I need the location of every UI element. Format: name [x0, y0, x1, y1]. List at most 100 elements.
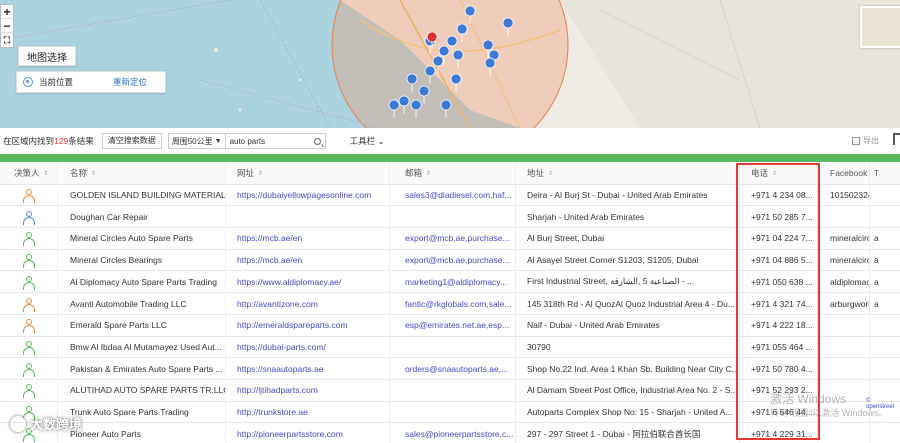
- search-icon[interactable]: [313, 137, 321, 145]
- name-cell: GOLDEN ISLAND BUILDING MATERIAL...: [58, 184, 226, 206]
- decision-maker-cell[interactable]: [0, 293, 58, 314]
- export-label: 导出: [863, 136, 879, 145]
- url-cell[interactable]: https://snaautoparts.ae: [226, 358, 390, 379]
- map-select-label: 地图选择: [18, 46, 76, 66]
- column-header[interactable]: 决策人 ⇕: [0, 163, 58, 184]
- table-row[interactable]: Pakistan & Emirates Auto Spare Parts ...…: [0, 358, 900, 380]
- table-row[interactable]: Trunk Auto Spare Parts Trading http://tru…: [0, 401, 900, 424]
- url-cell[interactable]: https://dubai-parts.com/: [226, 336, 390, 358]
- decision-maker-cell[interactable]: [0, 184, 58, 206]
- email-cell[interactable]: [390, 206, 516, 228]
- column-header[interactable]: Facebook⇕: [818, 163, 870, 184]
- address-cell: 145 318th Rd - Al QuozAl Quoz Industrial…: [516, 293, 740, 314]
- export-button[interactable]: 导出: [852, 135, 879, 146]
- sort-icon[interactable]: ⇕: [44, 170, 49, 177]
- table-row[interactable]: Doughan Car Repair Sharjah - United Arab …: [0, 206, 900, 229]
- email-cell[interactable]: orders@snaautoparts.ae,...: [390, 358, 516, 379]
- contacts-icon[interactable]: [20, 297, 38, 312]
- result-prefix: 在区域内找到: [3, 136, 55, 146]
- radius-select[interactable]: 周围50公里 ▼: [167, 133, 226, 149]
- url-cell[interactable]: http://trunkstore.ae: [226, 401, 390, 423]
- tools-menu[interactable]: 工具栏 ⌄: [350, 135, 385, 147]
- decision-maker-cell[interactable]: [0, 358, 58, 379]
- column-header[interactable]: 名称 ⇕: [58, 163, 226, 184]
- facebook-cell: [818, 423, 870, 443]
- table-row[interactable]: Emerald Spare Parts LLC http://emeraldspa…: [0, 314, 900, 337]
- url-cell[interactable]: http://avantizone.com: [226, 293, 390, 314]
- fullscreen-icon[interactable]: ⛶: [1, 33, 13, 47]
- contacts-icon[interactable]: [20, 232, 38, 247]
- decision-maker-cell[interactable]: [0, 380, 58, 401]
- email-cell[interactable]: [390, 380, 516, 401]
- x-cell: [870, 185, 900, 206]
- sort-icon[interactable]: ⇕: [426, 170, 431, 177]
- column-header[interactable]: 地址 ⇕: [516, 163, 740, 184]
- search-input[interactable]: auto parts: [225, 133, 326, 149]
- contacts-icon[interactable]: [20, 340, 38, 355]
- sort-icon[interactable]: ⇕: [548, 170, 553, 177]
- decision-maker-cell[interactable]: [0, 206, 58, 228]
- url-cell[interactable]: https://mcb.ae/en: [226, 249, 390, 271]
- contacts-icon[interactable]: [20, 210, 38, 225]
- contacts-icon[interactable]: [20, 384, 38, 399]
- table-row[interactable]: ALUTIHAD AUTO SPARE PARTS TR.LLC http://l…: [0, 380, 900, 402]
- zoom-in-button[interactable]: +: [1, 5, 13, 19]
- sort-icon[interactable]: ⇕: [772, 170, 777, 177]
- email-cell[interactable]: sales3@diadiesel.com,haf...: [390, 184, 516, 206]
- decision-maker-cell[interactable]: [0, 228, 58, 249]
- minimap[interactable]: [860, 6, 900, 48]
- name-cell: Emerald Spare Parts LLC: [58, 314, 226, 336]
- name-cell: Doughan Car Repair: [58, 206, 226, 228]
- email-cell[interactable]: marketing1@aldiplomacy...: [390, 271, 516, 293]
- table-row[interactable]: Bmw Al Ibdaa Al Mutamayez Used Aut... htt…: [0, 336, 900, 359]
- email-cell[interactable]: fantic@rkglobals.com,sale...: [390, 293, 516, 314]
- column-header[interactable]: 电话 ⇕: [740, 163, 818, 184]
- relocate-link[interactable]: 重新定位: [113, 76, 147, 88]
- expand-icon[interactable]: [893, 133, 900, 145]
- sort-icon[interactable]: ⇕: [258, 170, 263, 177]
- email-cell[interactable]: [390, 401, 516, 423]
- address-cell: First Industrial Street, الصناعية 5 ,الش…: [516, 271, 740, 293]
- table-row[interactable]: Mineral Circles Bearings https://mcb.ae/e…: [0, 249, 900, 272]
- url-cell[interactable]: [226, 206, 390, 228]
- decision-maker-cell[interactable]: [0, 271, 58, 293]
- contacts-icon[interactable]: [20, 189, 38, 204]
- url-cell[interactable]: http://pioneerpartsstore.com: [226, 423, 390, 443]
- contacts-icon[interactable]: [20, 254, 38, 269]
- email-cell[interactable]: export@mcb.ae,purchase...: [390, 249, 516, 271]
- contacts-icon[interactable]: [20, 319, 38, 334]
- zoom-out-button[interactable]: −: [1, 19, 13, 33]
- email-cell[interactable]: sales@pioneerpartsstore.c...: [390, 423, 516, 443]
- name-cell: Pioneer Auto Parts: [58, 423, 226, 443]
- url-cell[interactable]: https://dubaiyellowpagesonline.com: [226, 184, 390, 206]
- sort-icon[interactable]: ⇕: [91, 170, 96, 177]
- table-row[interactable]: Al Diplomacy Auto Spare Parts Trading htt…: [0, 271, 900, 294]
- address-cell: Autoparts Complex Shop No: 15 - Sharjah …: [516, 401, 740, 423]
- table-row[interactable]: GOLDEN ISLAND BUILDING MATERIAL... https:…: [0, 184, 900, 207]
- x-cell: [870, 337, 900, 358]
- contacts-icon[interactable]: [20, 275, 38, 290]
- osm-attribution[interactable]: © openstreet: [866, 398, 900, 410]
- x-cell: a: [874, 255, 879, 266]
- email-cell[interactable]: export@mcb.ae,purchase...: [390, 228, 516, 249]
- decision-maker-cell[interactable]: [0, 314, 58, 336]
- url-cell[interactable]: http://ljtihadparts.com: [226, 380, 390, 401]
- column-header[interactable]: 邮箱 ⇕: [390, 163, 516, 184]
- email-cell[interactable]: [390, 336, 516, 358]
- email-cell[interactable]: esp@emirates.net.ae,esp...: [390, 314, 516, 336]
- facebook-cell: [818, 358, 870, 379]
- name-cell: Mineral Circles Bearings: [58, 249, 226, 271]
- map-view[interactable]: + − ⛶ 地图选择 当前位置 重新定位: [0, 0, 900, 128]
- url-cell[interactable]: http://emeraldspareparts.com: [226, 314, 390, 336]
- table-row[interactable]: Mineral Circles Auto Spare Parts https://…: [0, 228, 900, 250]
- url-cell[interactable]: https://www.aldiplomacy.ae/: [226, 271, 390, 293]
- contacts-icon[interactable]: [20, 362, 38, 377]
- column-header[interactable]: T: [870, 163, 900, 184]
- column-header[interactable]: 网址 ⇕: [226, 163, 390, 184]
- decision-maker-cell[interactable]: [0, 249, 58, 271]
- table-row[interactable]: Pioneer Auto Parts http://pioneerpartssto…: [0, 423, 900, 443]
- decision-maker-cell[interactable]: [0, 336, 58, 358]
- url-cell[interactable]: https://mcb.ae/en: [226, 228, 390, 249]
- table-row[interactable]: Avanti Automobile Trading LLC http://avan…: [0, 293, 900, 315]
- clear-search-button[interactable]: 清空搜索数据: [101, 133, 162, 149]
